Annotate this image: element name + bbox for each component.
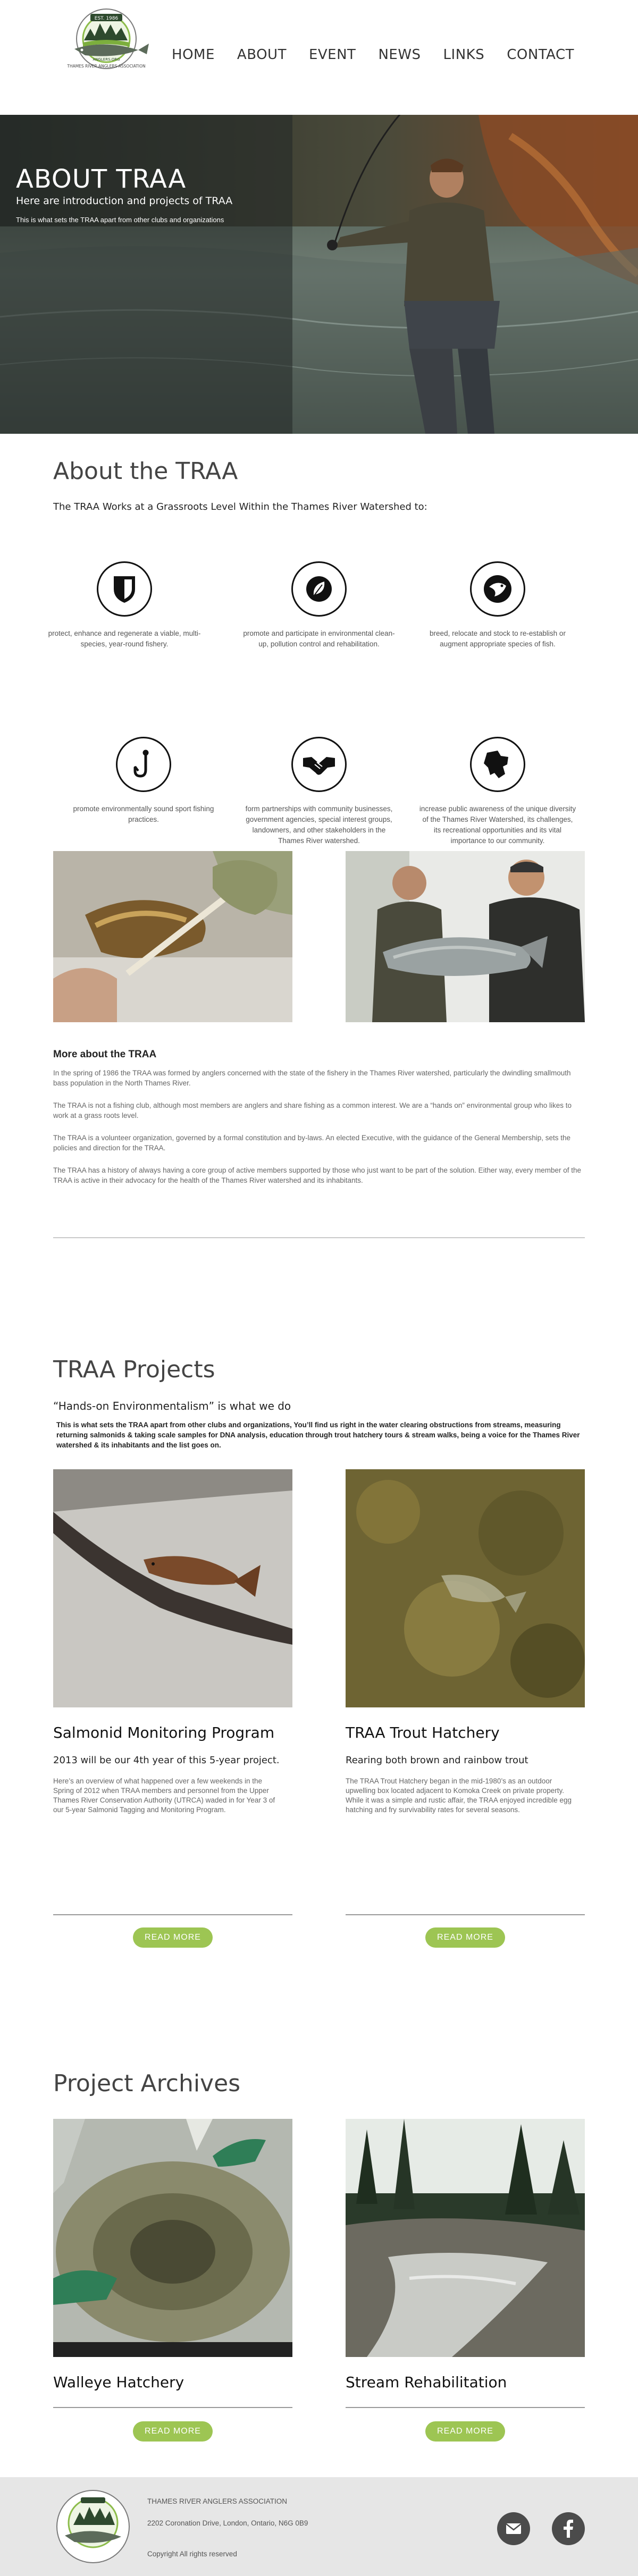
- nav-home[interactable]: HOME: [172, 47, 215, 63]
- facebook-icon[interactable]: [552, 2512, 585, 2545]
- nav-contact[interactable]: CONTACT: [507, 47, 574, 63]
- nav-links[interactable]: LINKS: [443, 47, 485, 63]
- project-text: Here’s an overview of what happened over…: [53, 1777, 275, 1814]
- read-more-button[interactable]: READ MORE: [133, 1927, 213, 1948]
- feature-text: promote and participate in environmental…: [243, 629, 395, 648]
- handshake-icon: [291, 737, 347, 792]
- hero-banner: ABOUT TRAA Here are introduction and pro…: [0, 115, 638, 434]
- nav-about[interactable]: ABOUT: [237, 47, 287, 63]
- archives-title: Project Archives: [53, 2070, 241, 2097]
- feature-sport-fishing: promote environmentally sound sport fish…: [64, 737, 223, 825]
- trout-in-hands-photo: [53, 851, 292, 1022]
- about-paragraph: In the spring of 1986 the TRAA was forme…: [53, 1069, 571, 1087]
- projects-description: This is what sets the TRAA apart from ot…: [56, 1421, 580, 1449]
- ontario-map-icon: [470, 737, 525, 792]
- read-more-button[interactable]: READ MORE: [425, 2421, 505, 2442]
- site-footer: THAMES RIVER ANGLERS ASSOCIATION 2202 Co…: [0, 2477, 638, 2576]
- feature-text: form partnerships with community busines…: [245, 805, 393, 845]
- hero-text-overlay: [0, 115, 292, 434]
- logo-name: THAMES RIVER ANGLERS ASSOCIATION: [66, 64, 145, 69]
- archive-divider: [53, 2407, 292, 2408]
- hero-subtitle: Here are introduction and projects of TR…: [16, 195, 233, 207]
- archive-title[interactable]: Walleye Hatchery: [53, 2373, 184, 2391]
- email-icon[interactable]: [497, 2512, 530, 2545]
- projects-lead: “Hands-on Environmentalism” is what we d…: [53, 1400, 291, 1412]
- about-paragraph: The TRAA has a history of always having …: [53, 1166, 582, 1184]
- walleye-hatchery-image[interactable]: [53, 2119, 292, 2357]
- hero-tagline: This is what sets the TRAA apart from ot…: [16, 216, 224, 224]
- about-paragraph: The TRAA is not a fishing club, although…: [53, 1101, 572, 1119]
- feature-text: promote environmentally sound sport fish…: [73, 805, 214, 823]
- projects-section: TRAA Projects “Hands-on Environmentalism…: [0, 1332, 638, 2066]
- stream-rehabilitation-image[interactable]: [346, 2119, 585, 2357]
- footer-copyright: Copyright All rights reserved: [147, 2550, 237, 2558]
- project-divider: [53, 1914, 292, 1915]
- project-subtitle: 2013 will be our 4th year of this 5-year…: [53, 1755, 280, 1766]
- leaf-icon: [291, 561, 347, 617]
- main-nav: HOME ABOUT EVENT NEWS LINKS CONTACT: [172, 47, 574, 63]
- nav-event[interactable]: EVENT: [309, 47, 356, 63]
- logo-sub: ANGLERS.ORG: [93, 57, 120, 62]
- more-about-title: More about the TRAA: [53, 1049, 157, 1060]
- salmonid-project-image[interactable]: [53, 1469, 292, 1707]
- projects-title: TRAA Projects: [53, 1356, 215, 1383]
- fishhook-icon: [116, 737, 171, 792]
- project-title[interactable]: TRAA Trout Hatchery: [346, 1724, 500, 1741]
- feature-partnerships: form partnerships with community busines…: [239, 737, 399, 846]
- about-paragraph: The TRAA is a volunteer organization, go…: [53, 1134, 571, 1152]
- logo-year: EST. 1986: [95, 16, 119, 21]
- nav-news[interactable]: NEWS: [378, 47, 421, 63]
- feature-protect: protect, enhance and regenerate a viable…: [45, 561, 204, 650]
- trout-hatchery-image[interactable]: [346, 1469, 585, 1707]
- hero-title: ABOUT TRAA: [16, 164, 187, 194]
- archive-divider: [346, 2407, 585, 2408]
- feature-cleanup: promote and participate in environmental…: [239, 561, 399, 650]
- feature-text: breed, relocate and stock to re-establis…: [430, 629, 566, 648]
- footer-address: 2202 Coronation Drive, London, Ontario, …: [147, 2519, 308, 2527]
- archive-title[interactable]: Stream Rehabilitation: [346, 2373, 507, 2391]
- project-divider: [346, 1914, 585, 1915]
- project-subtitle: Rearing both brown and rainbow trout: [346, 1755, 528, 1766]
- footer-logo[interactable]: [53, 2488, 133, 2565]
- about-section: About the TRAA The TRAA Works at a Grass…: [0, 434, 638, 1332]
- feature-text: protect, enhance and regenerate a viable…: [48, 629, 201, 648]
- shield-icon: [97, 561, 152, 617]
- about-lead: The TRAA Works at a Grassroots Level Wit…: [53, 501, 427, 512]
- fish-icon: [470, 561, 525, 617]
- traa-logo[interactable]: EST. 1986 ANGLERS.ORG THAMES RIVER ANGLE…: [53, 7, 160, 70]
- read-more-button[interactable]: READ MORE: [425, 1927, 505, 1948]
- footer-org-name: THAMES RIVER ANGLERS ASSOCIATION: [147, 2497, 288, 2505]
- anglers-with-salmon-photo: [346, 851, 585, 1022]
- feature-text: increase public awareness of the unique …: [419, 805, 576, 845]
- read-more-button[interactable]: READ MORE: [133, 2421, 213, 2442]
- feature-breed: breed, relocate and stock to re-establis…: [418, 561, 577, 650]
- project-text: The TRAA Trout Hatchery began in the mid…: [346, 1777, 572, 1814]
- about-title: About the TRAA: [53, 458, 238, 485]
- site-header: EST. 1986 ANGLERS.ORG THAMES RIVER ANGLE…: [0, 0, 638, 115]
- feature-awareness: increase public awareness of the unique …: [418, 737, 577, 846]
- archives-section: Project Archives Walleye Hatchery Stream…: [0, 2066, 638, 2477]
- project-title[interactable]: Salmonid Monitoring Program: [53, 1724, 274, 1741]
